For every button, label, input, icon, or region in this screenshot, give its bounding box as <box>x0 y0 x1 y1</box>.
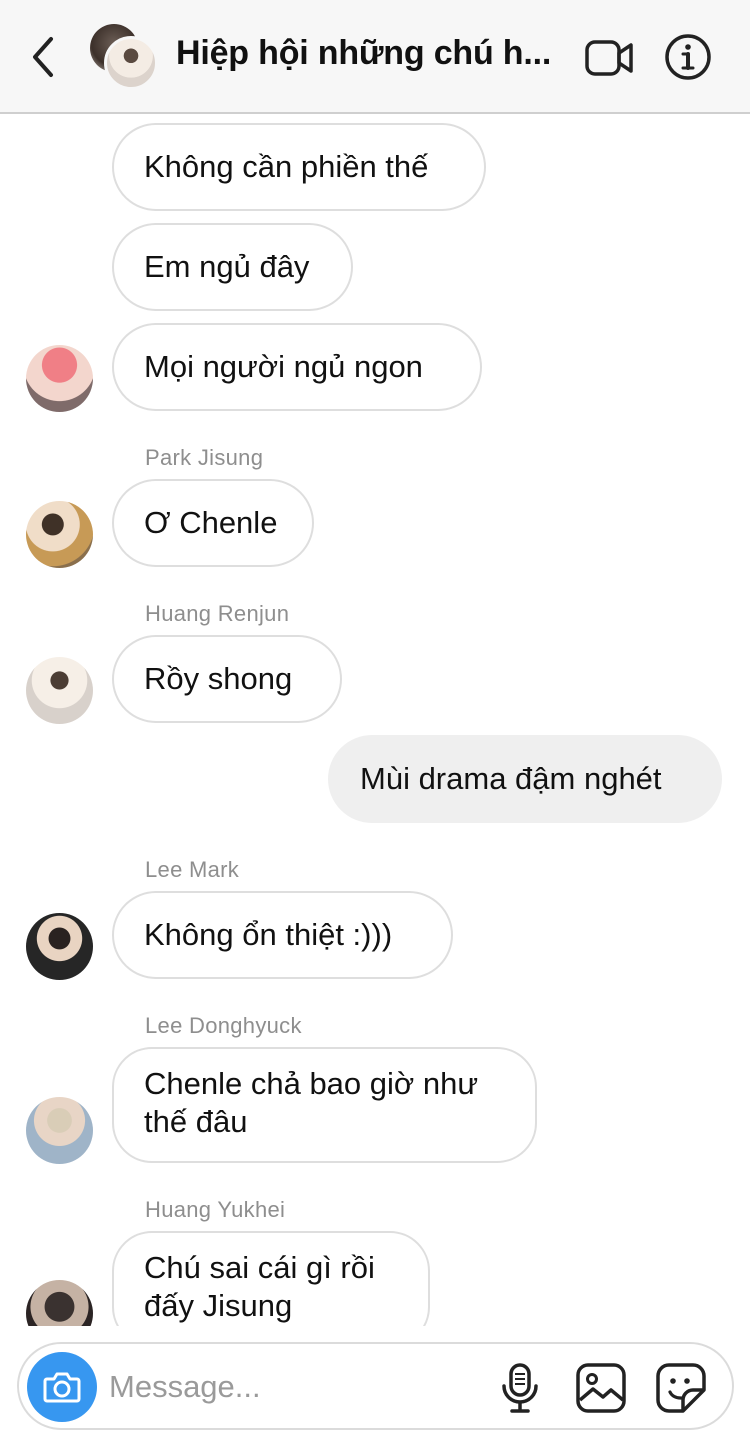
message-text: Mùi drama đậm nghét <box>360 761 662 796</box>
sticker-icon <box>656 1363 706 1413</box>
sender-name: Huang Renjun <box>145 601 290 626</box>
message-text-line: đấy Jisung <box>144 1288 293 1323</box>
message-text: Không cần phiền thế <box>144 149 429 184</box>
gallery-button[interactable] <box>575 1362 627 1414</box>
message-input[interactable] <box>109 1362 489 1412</box>
message-text-line: Chenle chả bao giờ như <box>144 1066 479 1101</box>
sender-avatar[interactable] <box>26 657 93 724</box>
message-text: Em ngủ đây <box>144 249 310 284</box>
sender-name: Lee Donghyuck <box>145 1013 302 1038</box>
video-call-button[interactable] <box>584 36 634 80</box>
sender-avatar[interactable] <box>26 913 93 980</box>
sticker-button[interactable] <box>655 1362 707 1414</box>
own-message-bubble[interactable]: Mùi drama đậm nghét <box>328 735 722 823</box>
message-bubble[interactable]: Em ngủ đây <box>112 223 353 311</box>
message-bubble[interactable]: Chú sai cái gì rồi đấy Jisung <box>112 1231 430 1326</box>
info-icon <box>665 34 711 80</box>
message-text: Mọi người ngủ ngon <box>144 349 423 384</box>
info-button[interactable] <box>664 33 712 81</box>
group-avatar-photo <box>104 36 158 90</box>
camera-button[interactable] <box>27 1352 97 1422</box>
back-button[interactable] <box>24 32 64 82</box>
video-camera-icon <box>585 40 633 76</box>
sender-name: Lee Mark <box>145 857 240 882</box>
message-text-line: thế đâu <box>144 1104 248 1139</box>
message-text: Rồy shong <box>144 661 293 696</box>
message-bubble[interactable]: Ơ Chenle <box>112 479 314 567</box>
voice-message-button[interactable] <box>499 1362 541 1414</box>
chevron-left-icon <box>33 37 53 77</box>
sender-avatar[interactable] <box>26 345 93 412</box>
message-bubble[interactable]: Chenle chả bao giờ như thế đâu <box>112 1047 537 1163</box>
sender-avatar[interactable] <box>26 1280 93 1326</box>
message-thread[interactable]: Không cần phiền thế Em ngủ đây Mọi người… <box>0 114 750 1326</box>
message-text-line: Chú sai cái gì rồi <box>144 1250 375 1285</box>
message-bubble[interactable]: Không ổn thiệt :))) <box>112 891 453 979</box>
message-text: Ơ Chenle <box>144 505 278 540</box>
sender-avatar[interactable] <box>26 501 93 568</box>
message-text: Không ổn thiệt :))) <box>144 917 393 952</box>
message-bubble[interactable]: Rồy shong <box>112 635 342 723</box>
message-composer <box>17 1342 734 1430</box>
message-bubble[interactable]: Mọi người ngủ ngon <box>112 323 482 411</box>
message-bubble[interactable]: Không cần phiền thế <box>112 123 486 211</box>
sender-avatar[interactable] <box>26 1097 93 1164</box>
sender-name: Huang Yukhei <box>145 1197 286 1222</box>
sender-name: Park Jisung <box>145 445 264 470</box>
chat-screen: Hiệp hội những chú h... Không cần phiền … <box>0 0 750 1444</box>
chat-header: Hiệp hội những chú h... <box>0 0 750 114</box>
chat-title[interactable]: Hiệp hội những chú h... <box>176 34 566 73</box>
camera-icon <box>43 1372 81 1403</box>
group-avatar[interactable] <box>90 24 158 92</box>
microphone-icon <box>502 1363 538 1413</box>
image-icon <box>576 1363 626 1413</box>
